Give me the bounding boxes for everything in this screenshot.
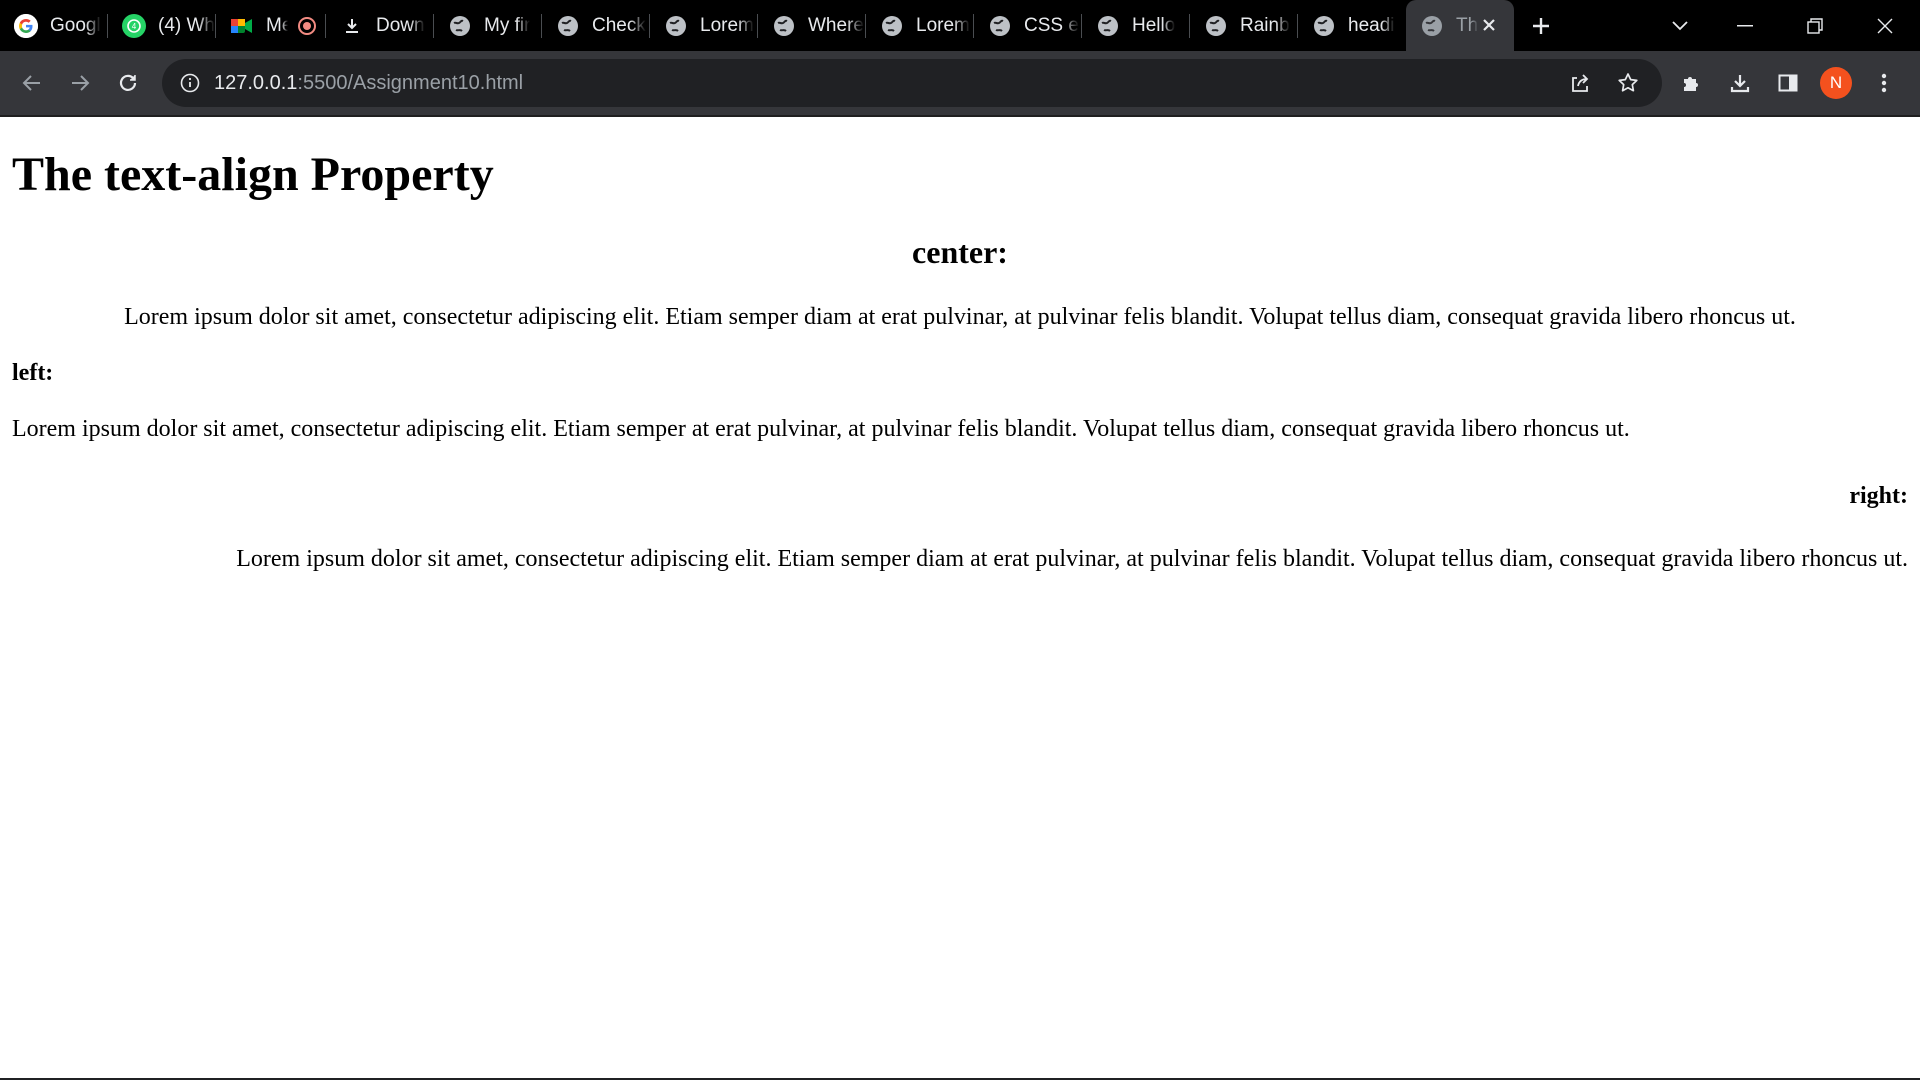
- tab-label: Lorem: [700, 14, 754, 36]
- tab-strip: Googl 4 (4) Wh Me Down My fir Check Lore…: [0, 0, 1920, 51]
- close-tab-icon[interactable]: [1478, 14, 1500, 36]
- globe-icon: [556, 14, 580, 38]
- tab-heading[interactable]: headi: [1298, 0, 1406, 51]
- paragraph-center: Lorem ipsum dolor sit amet, consectetur …: [124, 304, 1796, 330]
- tab-label: Me: [266, 14, 288, 36]
- tab-meet[interactable]: Me: [216, 0, 326, 51]
- close-icon: [1877, 18, 1893, 33]
- tab-my-first[interactable]: My fir: [434, 0, 542, 51]
- page-title: The text-align Property: [12, 148, 494, 201]
- section-heading-left: left:: [12, 360, 54, 386]
- tab-lorem-2[interactable]: Lorem: [866, 0, 974, 51]
- tab-label: Down: [376, 14, 425, 36]
- recording-icon: [298, 16, 316, 35]
- share-button[interactable]: [1556, 59, 1604, 107]
- tab-label: Th: [1456, 14, 1478, 36]
- globe-icon: [1204, 14, 1228, 38]
- tab-label: Where: [808, 14, 864, 36]
- restore-button[interactable]: [1780, 0, 1850, 51]
- profile-button[interactable]: N: [1812, 59, 1860, 107]
- download-icon: [1730, 75, 1750, 93]
- tab-label: Check: [592, 14, 646, 36]
- plus-icon: [1533, 17, 1549, 34]
- tab-label: My fir: [484, 14, 531, 36]
- tab-lorem-1[interactable]: Lorem: [650, 0, 758, 51]
- reload-icon: [119, 74, 137, 91]
- tab-search-button[interactable]: [1660, 0, 1700, 51]
- google-icon: [14, 13, 38, 38]
- globe-icon: [772, 14, 796, 38]
- chevron-down-icon: [1672, 20, 1688, 30]
- url-host: 127.0.0.1: [214, 71, 298, 94]
- share-icon: [1572, 74, 1589, 92]
- minimize-button[interactable]: [1710, 0, 1780, 51]
- tab-label: Hello: [1132, 14, 1176, 36]
- tab-google[interactable]: Googl: [0, 0, 108, 51]
- paragraph-right: Lorem ipsum dolor sit amet, consectetur …: [236, 546, 1908, 572]
- tab-whatsapp[interactable]: 4 (4) Wh: [108, 0, 216, 51]
- bookmark-button[interactable]: [1604, 59, 1652, 107]
- forward-button[interactable]: [56, 59, 104, 107]
- globe-icon: [448, 14, 472, 38]
- new-tab-button[interactable]: [1518, 0, 1564, 51]
- tab-label: Googl: [50, 14, 101, 36]
- google-meet-icon: [230, 14, 254, 38]
- side-panel-icon: [1778, 74, 1798, 92]
- arrow-left-icon: [22, 75, 40, 91]
- downloads-button[interactable]: [1716, 59, 1764, 107]
- extensions-button[interactable]: [1668, 59, 1716, 107]
- address-bar[interactable]: 127.0.0.1:5500/Assignment10.html: [162, 59, 1662, 107]
- tab-active[interactable]: Th: [1406, 0, 1514, 51]
- tab-label: CSS e: [1024, 14, 1079, 36]
- tab-label: (4) Wh: [158, 14, 215, 36]
- globe-icon: [1420, 14, 1444, 38]
- globe-icon: [664, 14, 688, 38]
- page-content: The text-align Property center: Lorem ip…: [0, 117, 1920, 1078]
- tab-label: Rainb: [1240, 14, 1290, 36]
- browser-toolbar: 127.0.0.1:5500/Assignment10.html N: [0, 51, 1920, 115]
- window-controls: [1710, 0, 1920, 51]
- tab-downloads[interactable]: Down: [326, 0, 434, 51]
- tab-rainbow[interactable]: Rainb: [1190, 0, 1298, 51]
- close-window-button[interactable]: [1850, 0, 1920, 51]
- section-heading-right: right:: [1849, 483, 1908, 509]
- reload-button[interactable]: [104, 59, 152, 107]
- back-button[interactable]: [8, 59, 56, 107]
- tab-where[interactable]: Where: [758, 0, 866, 51]
- restore-icon: [1807, 17, 1823, 34]
- avatar: N: [1820, 67, 1852, 99]
- minimize-icon: [1737, 24, 1753, 26]
- side-panel-button[interactable]: [1764, 59, 1812, 107]
- download-icon: [340, 14, 364, 38]
- url-text: 127.0.0.1:5500/Assignment10.html: [214, 72, 523, 95]
- globe-icon: [1096, 14, 1120, 38]
- section-heading-center: center:: [912, 234, 1008, 270]
- globe-icon: [988, 14, 1012, 38]
- globe-icon: [1312, 14, 1336, 38]
- more-vert-icon: [1881, 73, 1887, 93]
- tab-label: Lorem: [916, 14, 970, 36]
- tab-css[interactable]: CSS e: [974, 0, 1082, 51]
- site-info-icon[interactable]: [166, 59, 214, 107]
- globe-icon: [880, 14, 904, 38]
- arrow-right-icon: [72, 75, 90, 91]
- tab-hello[interactable]: Hello: [1082, 0, 1190, 51]
- star-icon: [1618, 73, 1638, 92]
- menu-button[interactable]: [1860, 59, 1908, 107]
- puzzle-icon: [1684, 77, 1698, 91]
- svg-text:4: 4: [132, 22, 137, 31]
- whatsapp-icon: 4: [122, 13, 146, 38]
- url-path: :5500/Assignment10.html: [297, 71, 524, 94]
- tab-label: headi: [1348, 14, 1395, 36]
- paragraph-left: Lorem ipsum dolor sit amet, consectetur …: [12, 416, 1630, 442]
- tab-check[interactable]: Check: [542, 0, 650, 51]
